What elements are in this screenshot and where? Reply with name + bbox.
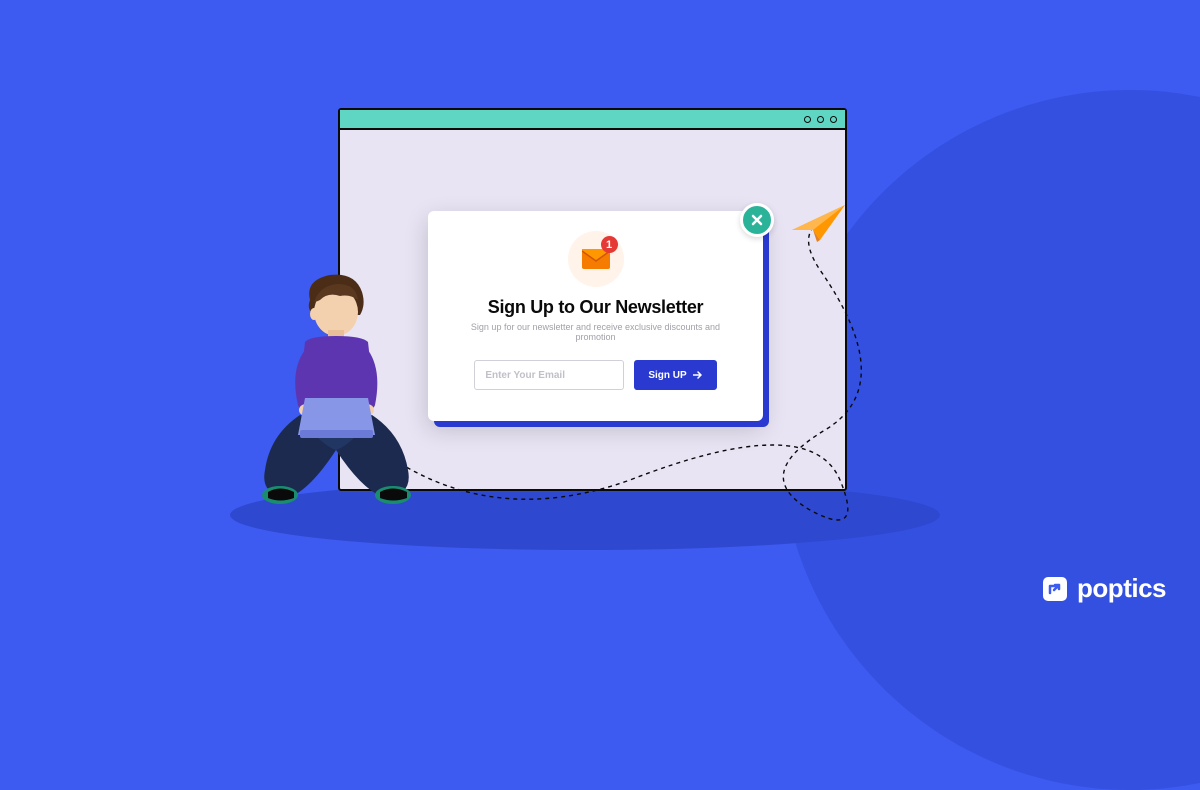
window-control-dot[interactable] <box>804 116 811 123</box>
signup-button[interactable]: Sign UP <box>634 360 716 390</box>
paper-plane-icon <box>790 200 850 245</box>
brand-icon <box>1041 575 1069 603</box>
browser-titlebar <box>340 110 845 130</box>
brand-name: poptics <box>1077 573 1166 604</box>
signup-button-label: Sign UP <box>648 370 686 381</box>
person-illustration <box>250 270 430 520</box>
arrow-right-icon <box>693 371 703 379</box>
popup-subtitle: Sign up for our newsletter and receive e… <box>452 322 739 342</box>
close-button[interactable] <box>740 203 774 237</box>
mail-icon-container: 1 <box>568 231 624 287</box>
window-control-dot[interactable] <box>830 116 837 123</box>
brand-logo: poptics <box>1041 573 1166 604</box>
window-control-dot[interactable] <box>817 116 824 123</box>
newsletter-popup: 1 Sign Up to Our Newsletter Sign up for … <box>428 211 763 421</box>
close-icon <box>750 213 764 227</box>
email-input[interactable] <box>474 360 624 390</box>
signup-form: Sign UP <box>452 360 739 390</box>
popup-title: Sign Up to Our Newsletter <box>488 297 704 318</box>
notification-badge: 1 <box>601 236 618 253</box>
